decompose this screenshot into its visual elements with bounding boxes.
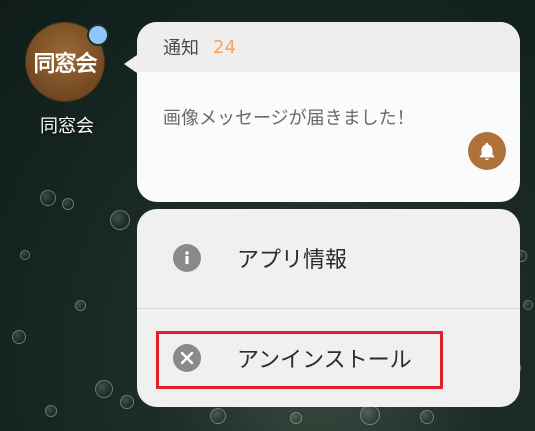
menu-item-app-info[interactable]: アプリ情報 — [137, 209, 520, 307]
menu-item-label: アプリ情報 — [237, 248, 348, 273]
uninstall-highlight — [156, 331, 443, 389]
app-icon[interactable]: 同窓会 — [25, 22, 109, 102]
notification-title: 通知 — [163, 38, 199, 59]
notification-body[interactable]: 画像メッセージが届きました！ — [137, 72, 520, 202]
popup-pointer — [124, 55, 137, 73]
notification-dot — [87, 24, 109, 46]
app-icon-text: 同窓会 — [33, 51, 97, 77]
notification-count: 24 — [213, 36, 236, 58]
info-icon — [173, 244, 201, 272]
notification-card[interactable]: 通知 24 画像メッセージが届きました！ — [137, 22, 520, 202]
bell-icon[interactable] — [468, 132, 506, 170]
app-label: 同窓会 — [40, 116, 94, 137]
notification-message: 画像メッセージが届きました！ — [163, 108, 415, 129]
notification-header: 通知 24 — [137, 22, 520, 72]
